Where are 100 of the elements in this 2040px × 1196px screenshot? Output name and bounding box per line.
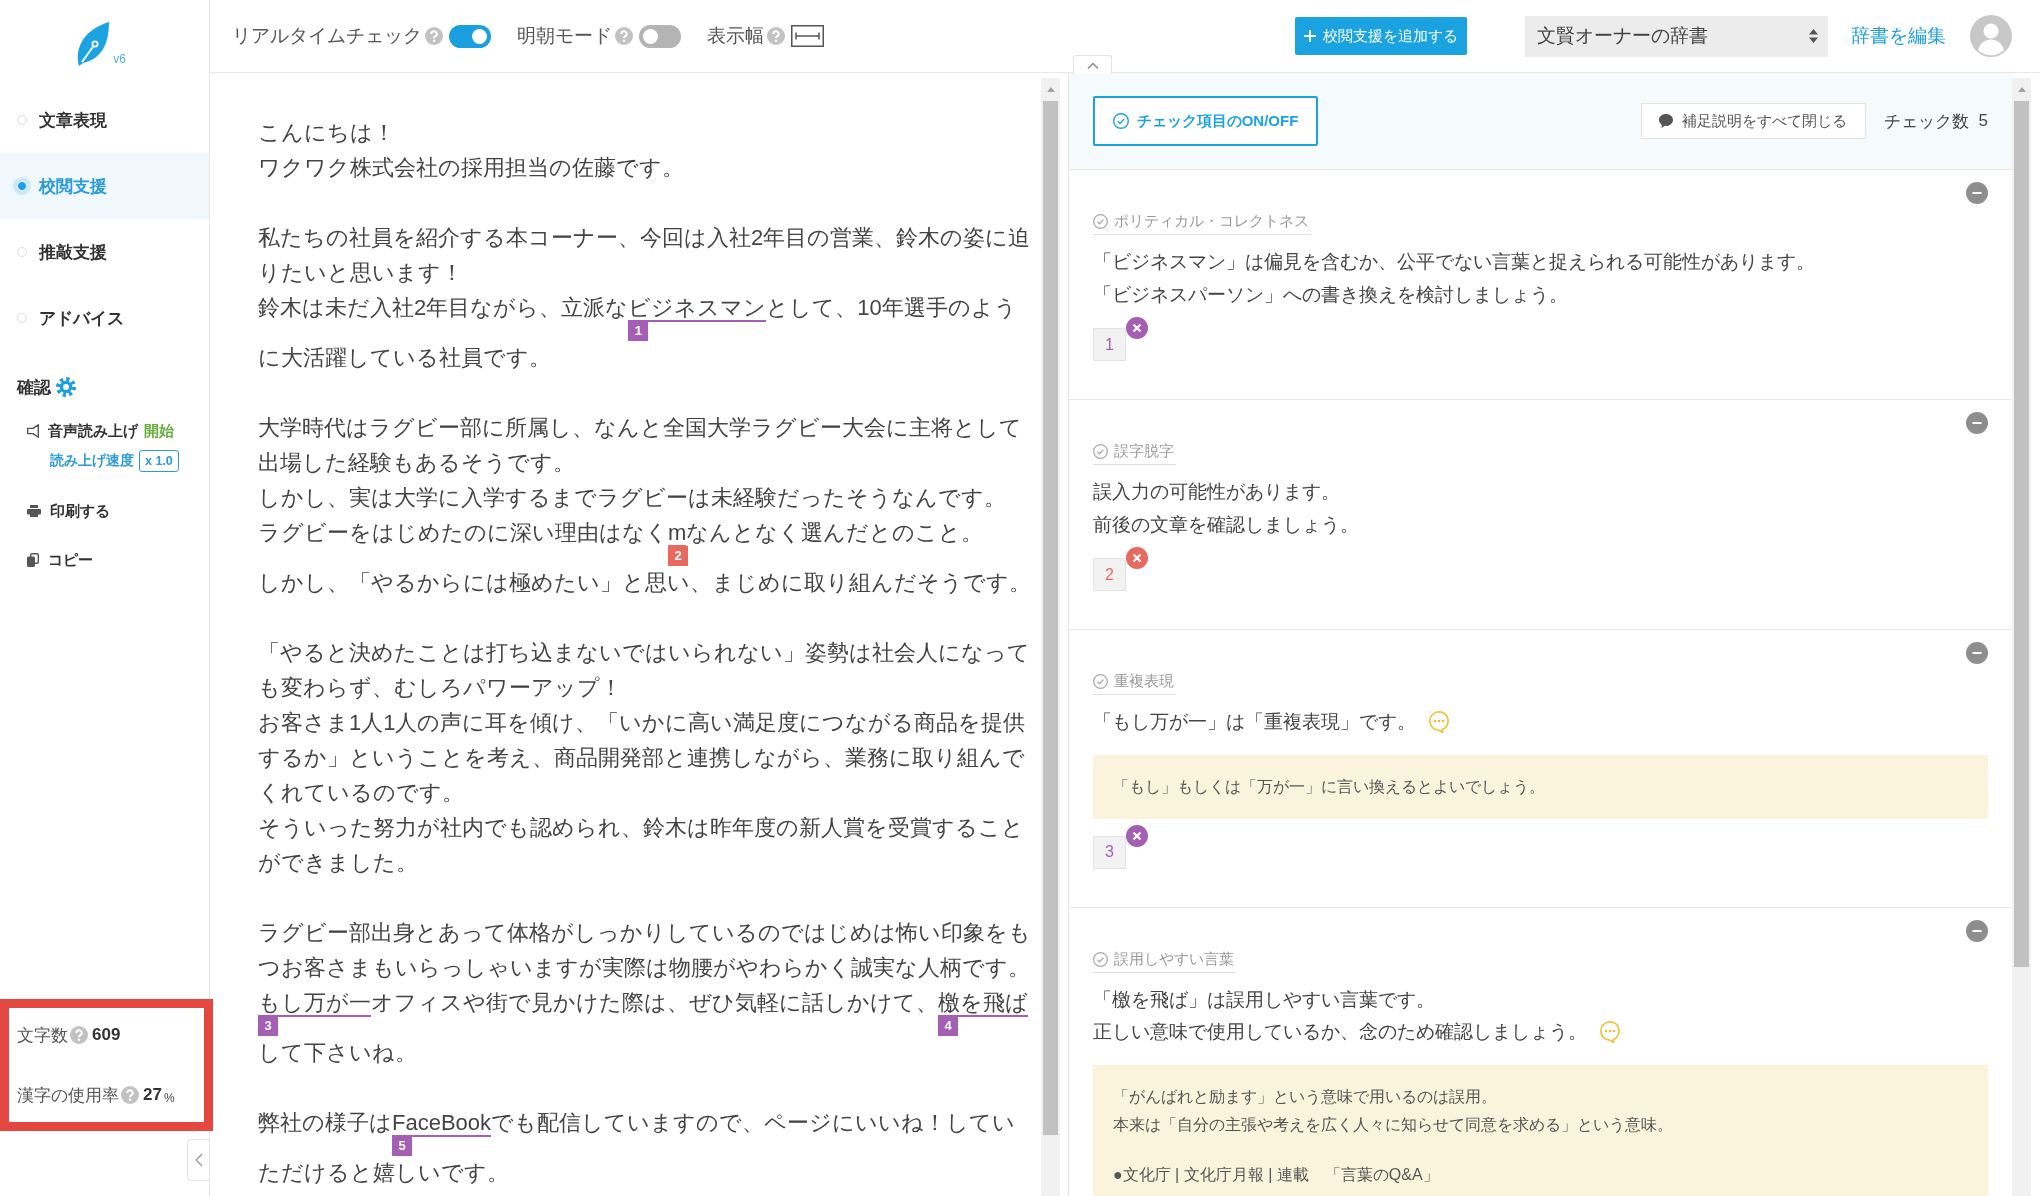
start-link[interactable]: 開始: [144, 421, 174, 441]
body-text: そういった努力が社内でも認められ、鈴木は昨年度の新人賞を受賞することができました。: [258, 814, 1025, 877]
issue-number-badge[interactable]: 3: [258, 1016, 278, 1036]
speed-label: 読み上げ速度: [50, 452, 134, 470]
help-icon[interactable]: [121, 1086, 139, 1104]
toggle-switch[interactable]: [639, 24, 681, 48]
stat-label: 漢字の使用率: [17, 1084, 119, 1107]
message-text: 前後の文章を確認しましょう。: [1093, 512, 1359, 537]
speed-button[interactable]: x 1.0: [139, 450, 179, 472]
comment-icon[interactable]: [1428, 711, 1450, 734]
radio-icon: [17, 313, 27, 323]
issue-number-badge[interactable]: 2: [668, 546, 688, 566]
updown-caret-icon: [1809, 29, 1818, 43]
close-icon[interactable]: [1126, 547, 1148, 569]
body-text: もし万が一 3 オフィスや街で見かけた際は、ぜひ気軽に話しかけて、檄を飛ば 4 して下さいね。: [258, 989, 1029, 1067]
message-text: 「ビジネスパーソン」への書き換えを検討しましょう。: [1093, 282, 1568, 307]
collapse-panel-button[interactable]: [1073, 55, 1112, 74]
nav-item[interactable]: 文章表現: [0, 87, 209, 153]
category-label: 誤用しやすい言葉: [1114, 949, 1234, 969]
help-icon[interactable]: [425, 27, 443, 45]
body-text: 鈴木は未だ入社2年目ながら、立派な ビジネスマン 1 として、10年選手のように大活躍している社員です。: [258, 294, 1018, 372]
check-circle-icon: [1093, 214, 1108, 229]
nav-item[interactable]: アドバイス: [0, 285, 209, 351]
issue-number-badge[interactable]: 5: [392, 1136, 412, 1156]
check-items-toggle-button[interactable]: チェック項目のON/OFF: [1093, 96, 1318, 146]
category-label: 重複表現: [1114, 672, 1174, 691]
scroll-up-icon[interactable]: [2017, 87, 2026, 92]
stat-value: 27: [143, 1085, 162, 1105]
toggle-switch[interactable]: [449, 24, 491, 48]
avatar-icon[interactable]: [1970, 15, 2012, 57]
issue-number-tag[interactable]: 1: [1093, 328, 1126, 361]
nav-item[interactable]: 校閲支援: [0, 153, 209, 219]
remove-icon[interactable]: [1966, 919, 1988, 942]
check-count-label: チェック数: [1883, 110, 1969, 133]
help-icon[interactable]: [767, 27, 785, 45]
speaker-icon: [27, 424, 39, 438]
body-text: 「やると決めたことは打ち込まないではいられない」姿勢は社会人になっても変わらず、むしろパワーアップ！: [258, 639, 1031, 702]
remove-icon[interactable]: [1966, 642, 1988, 664]
chevron-up-icon: [1086, 61, 1099, 69]
scrollbar-thumb[interactable]: [1043, 101, 1058, 1135]
dictionary-select[interactable]: 文賢オーナーの辞書: [1525, 15, 1828, 57]
stat-label: 文字数: [17, 1024, 68, 1047]
option-label: 明朝モード: [517, 24, 612, 48]
speech-bubble-icon: [1659, 114, 1674, 128]
category-label: ポリティカル・コレクトネス: [1114, 212, 1309, 231]
issue-number-tag[interactable]: 2: [1093, 558, 1126, 591]
body-text: ラグビーをはじめたのに深い理由はなく m 2 なんとなく選んだとのこと。: [258, 515, 1033, 565]
stat-value: 609: [92, 1025, 121, 1045]
body-text: お客さま1人1人の声に耳を傾け、「いかに高い満足度につながる商品を提供するか」ということを考え、商品開発部と連携しながら、業務に取り組んでくれているのです。: [258, 709, 1027, 807]
issue-number-tag[interactable]: 3: [1093, 835, 1126, 869]
radio-icon: [17, 115, 27, 125]
message-text: 「檄を飛ば」は誤用しやすい言葉です。: [1093, 987, 1435, 1012]
category-label: 誤字脱字: [1114, 442, 1174, 461]
width-icon[interactable]: [791, 25, 824, 47]
body-text: ラグビー部出身とあって体格がしっかりしているのではじめは怖い印象をもつお客さまもいらっしゃいますが実際は物腰がやわらかく誠実な人柄です。: [258, 919, 1032, 982]
remove-icon[interactable]: [1966, 182, 1988, 204]
help-icon[interactable]: [70, 1026, 88, 1044]
edit-dictionary-link[interactable]: 辞書を編集: [1851, 23, 1946, 49]
body-text: 大学時代はラグビー部に所属し、なんと全国大学ラグビー大会に主将として出場した経験もあるそうです。: [258, 414, 1023, 477]
message-text: 誤入力の可能性があります。: [1093, 480, 1340, 504]
option-label: 表示幅: [707, 24, 764, 48]
close-icon[interactable]: [1126, 317, 1148, 339]
radio-icon: [13, 177, 31, 195]
plus-icon: [1304, 30, 1316, 42]
settings-icon[interactable]: [56, 377, 76, 397]
scrollbar-thumb[interactable]: [2014, 101, 2029, 967]
section-title: 確認: [17, 376, 51, 399]
body-text: しかし、実は大学に入学するまでラグビーは未経験だったそうなんです。: [258, 484, 1007, 512]
check-circle-icon: [1093, 951, 1108, 967]
printer-icon: [27, 505, 41, 517]
check-circle-icon: [1093, 444, 1108, 459]
body-text: ワクワク株式会社の採用担当の佐藤です。: [258, 154, 685, 182]
message-text: 正しい意味で使用しているか、念のため確認しましょう。: [1093, 1020, 1587, 1044]
note-text: 本来は「自分の主張や考えを広く人々に知らせて同意を求める」という意味。: [1113, 1114, 1674, 1135]
body-text: しかし、「やるからには極めたい」と思い、まじめに取り組んだそうです。: [258, 569, 1032, 597]
remove-icon[interactable]: [1966, 412, 1988, 434]
copy-icon: [27, 553, 39, 567]
radio-icon: [17, 247, 27, 257]
body-text: 弊社の様子はFaceBook 5 でも配信していますので、ページにいいね！していただけると嬉しいです。: [258, 1109, 1017, 1187]
check-count: 5: [1978, 111, 1988, 131]
close-icon[interactable]: [1126, 824, 1148, 847]
copy-button[interactable]: コピー: [27, 545, 93, 575]
add-button[interactable]: 校閲支援を追加する: [1295, 17, 1467, 55]
check-circle-icon: [1093, 674, 1108, 689]
body-text: こんにちは！: [258, 119, 396, 147]
comment-icon[interactable]: [1599, 1021, 1621, 1044]
message-text: 「ビジネスマン」は偏見を含むか、公平でない言葉と捉えられる可能性があります。: [1093, 250, 1815, 274]
close-notes-button[interactable]: 補足説明をすべて閉じる: [1640, 103, 1866, 139]
issue-number-badge[interactable]: 1: [628, 321, 649, 341]
note-text: ●文化庁 | 文化庁月報 | 連載 「言葉のQ&A」: [1113, 1164, 1440, 1185]
nav-item[interactable]: 推敲支援: [0, 219, 209, 285]
note-text: 「もし」もしくは「万が一」に言い換えるとよいでしょう。: [1113, 776, 1546, 797]
scroll-up-icon[interactable]: [1046, 87, 1055, 92]
stat-unit: %: [163, 1090, 175, 1105]
collapse-sidebar-button[interactable]: [187, 1139, 209, 1181]
chevron-left-icon: [194, 1153, 203, 1167]
help-icon[interactable]: [615, 27, 633, 45]
print-button[interactable]: 印刷する: [27, 496, 110, 526]
tool-label: 音声読み上げ: [48, 421, 138, 441]
issue-number-badge[interactable]: 4: [938, 1016, 958, 1036]
